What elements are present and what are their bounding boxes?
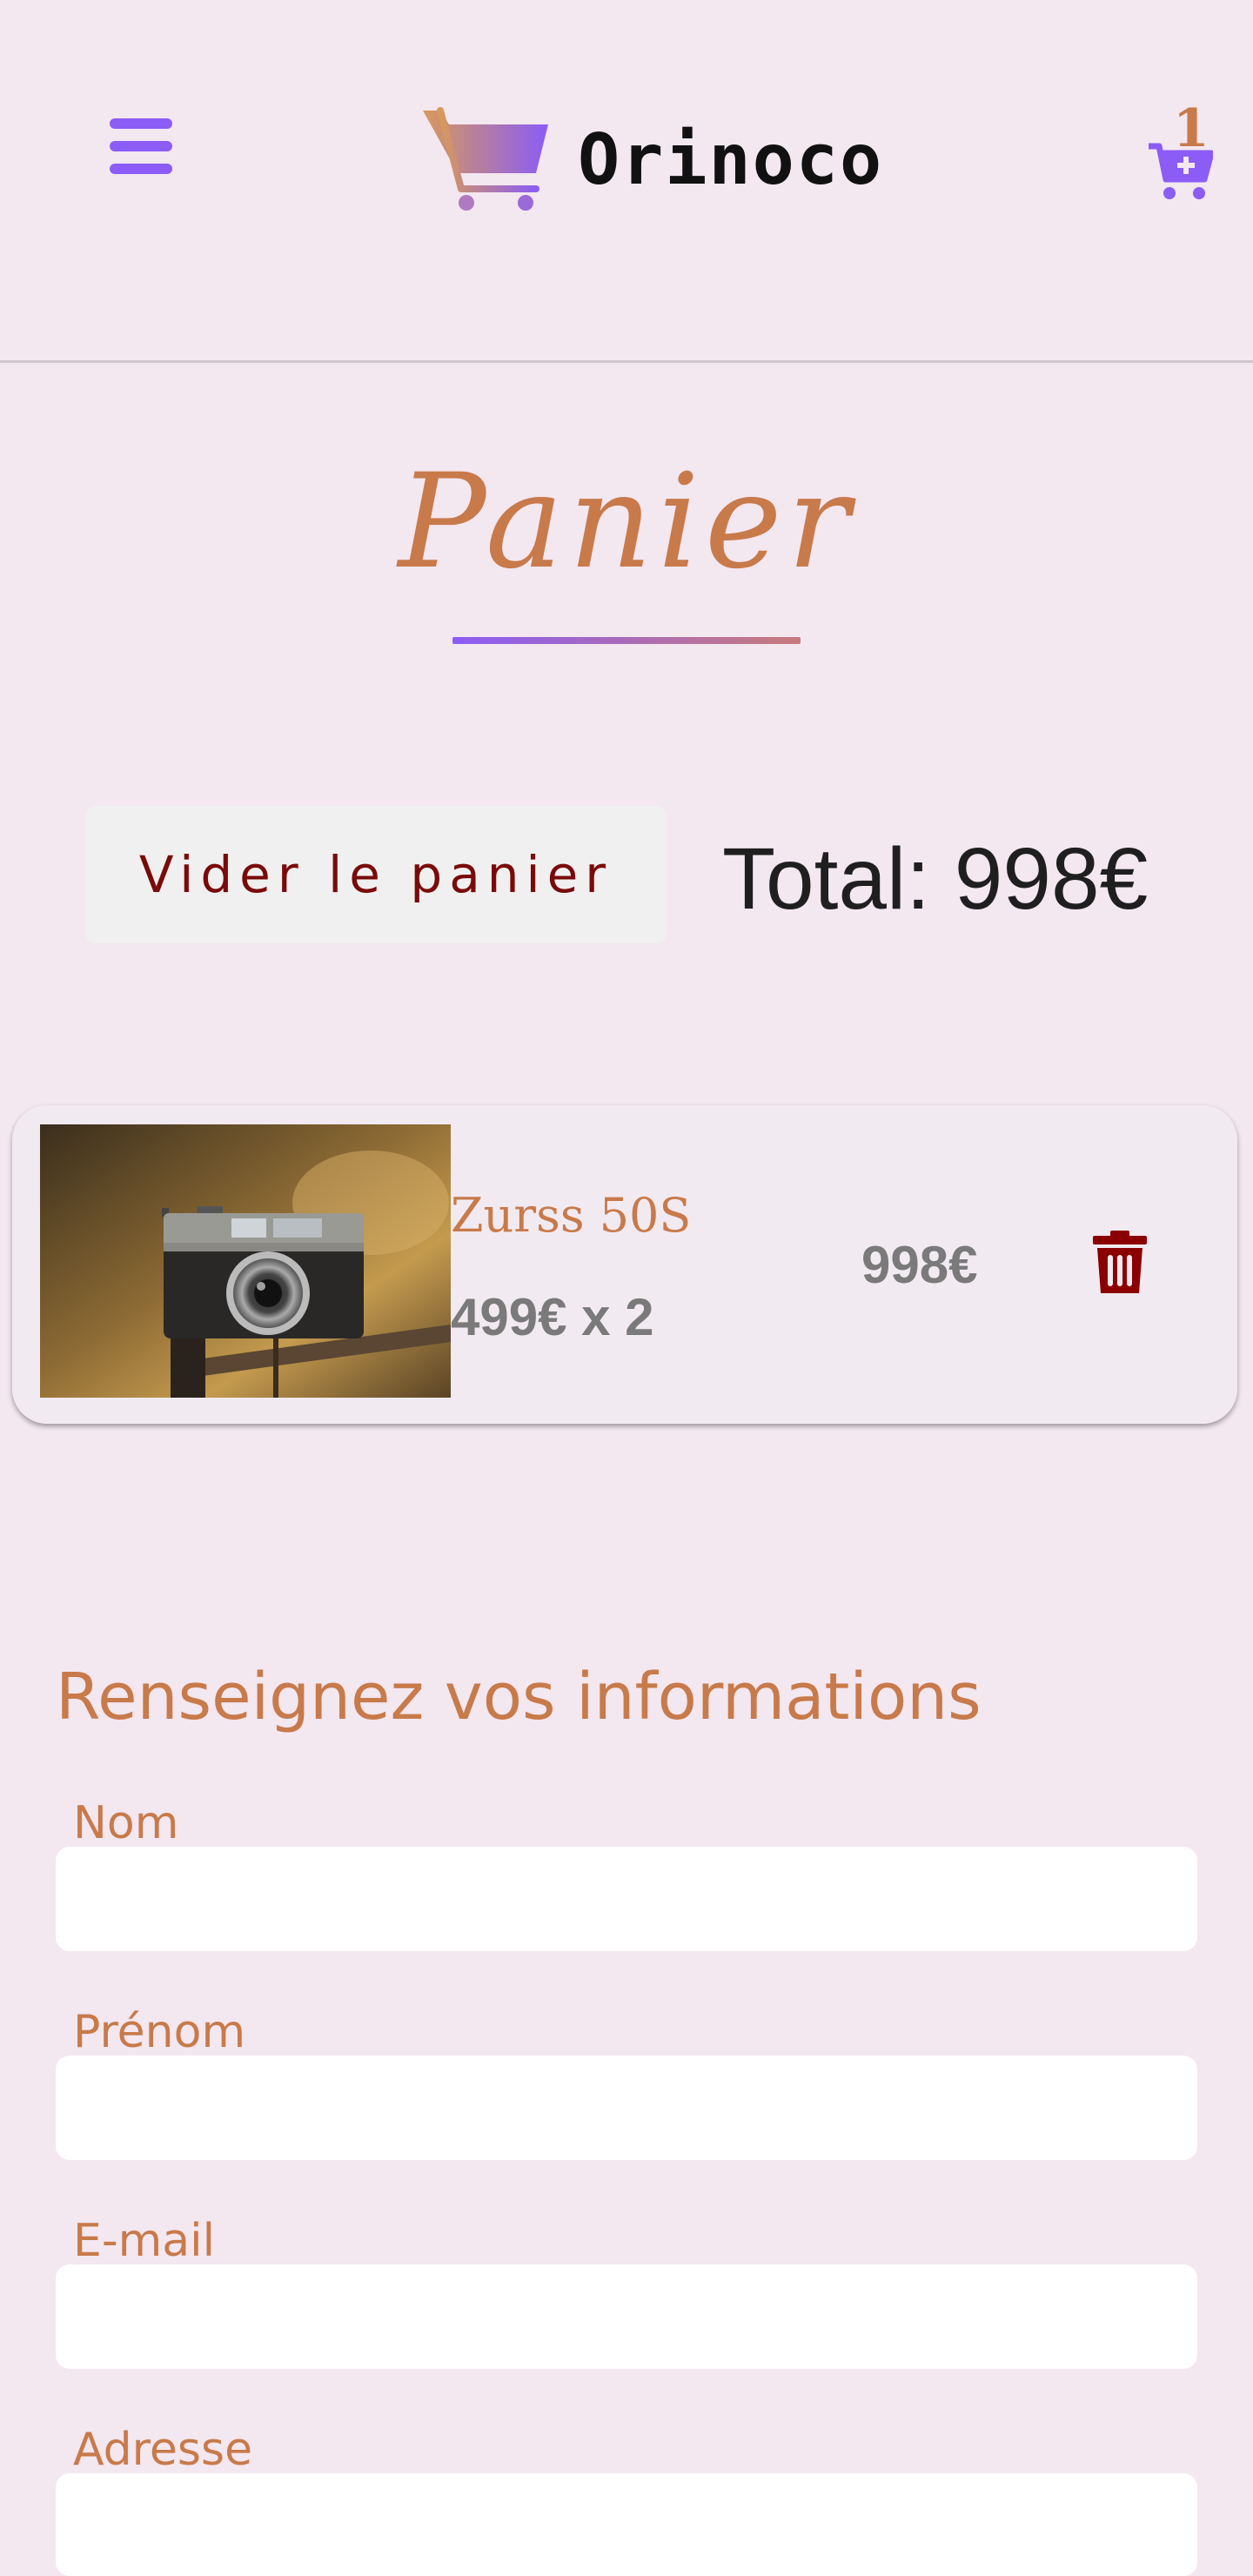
camera-photo-icon <box>40 1124 451 1398</box>
brand-name: Orinoco <box>578 118 884 200</box>
cart-total: Total: 998€ <box>722 830 1149 928</box>
clear-cart-button[interactable]: Vider le panier <box>85 806 667 943</box>
form-title: Renseignez vos informations <box>56 1660 982 1734</box>
cart-plus-icon <box>1149 143 1213 199</box>
email-label: E-mail <box>73 2215 216 2267</box>
shopping-cart-logo-icon <box>423 107 548 211</box>
first-name-input[interactable] <box>56 2056 1197 2160</box>
last-name-input[interactable] <box>56 1847 1197 1951</box>
title-underline <box>452 637 801 644</box>
menu-bar <box>110 141 172 151</box>
trash-icon <box>1093 1231 1147 1293</box>
menu-bar <box>110 118 172 129</box>
product-name[interactable]: Zurss 50S <box>451 1185 691 1246</box>
product-line-total: 998€ <box>861 1236 978 1294</box>
address-label: Adresse <box>73 2424 253 2476</box>
first-name-label: Prénom <box>73 2006 246 2058</box>
menu-button[interactable] <box>110 118 172 174</box>
last-name-label: Nom <box>73 1797 179 1849</box>
product-unit-price: 499€ x 2 <box>451 1288 654 1346</box>
header-divider <box>0 360 1253 363</box>
page-title: Panier <box>398 446 855 598</box>
product-image <box>40 1124 451 1398</box>
delete-item-button[interactable] <box>1093 1231 1147 1293</box>
address-input[interactable] <box>56 2473 1197 2576</box>
cart-button[interactable]: 1 <box>1147 103 1213 204</box>
menu-bar <box>110 164 172 174</box>
brand-logo[interactable]: Orinoco <box>419 103 883 216</box>
top-header: Orinoco 1 <box>0 0 1253 362</box>
email-input[interactable] <box>56 2264 1197 2369</box>
